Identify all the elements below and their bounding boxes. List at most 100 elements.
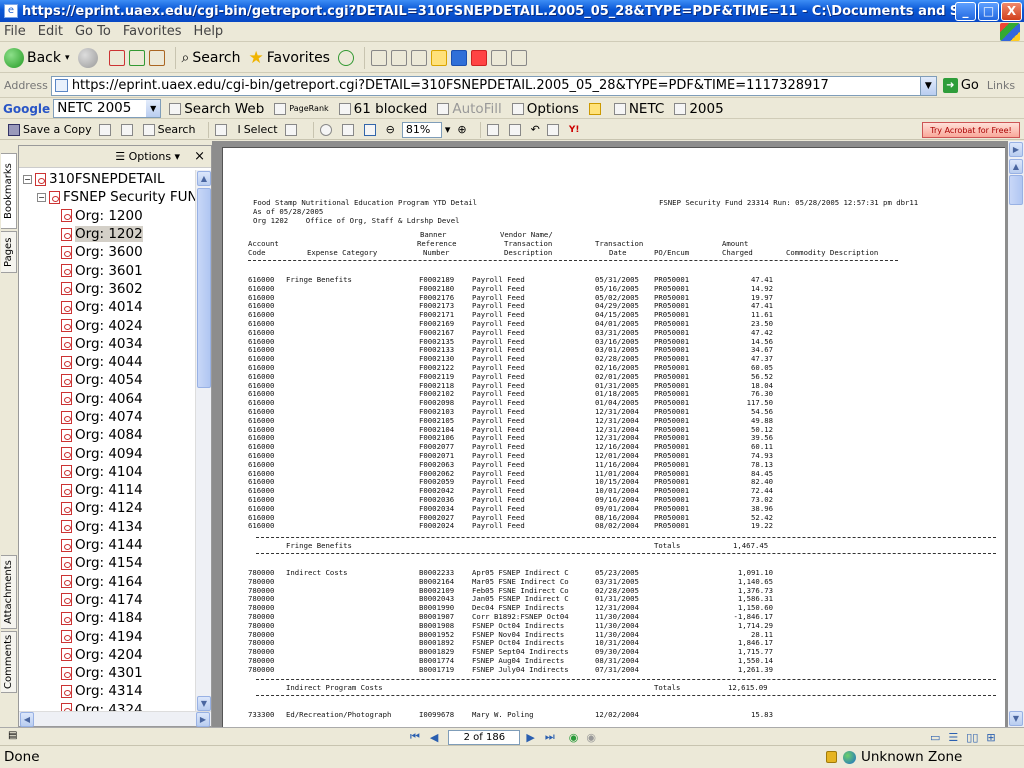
bookmark-org-item[interactable]: Org: 4164 [19,573,197,591]
bookmark-org-item[interactable]: Org: 4174 [19,591,197,609]
people-icon[interactable] [490,49,507,66]
bookmark-org-item[interactable]: Org: 4104 [19,463,197,481]
stop-icon[interactable] [108,49,125,66]
edit-icon[interactable] [410,49,427,66]
bookmark-org-item[interactable]: Org: 4301 [19,664,197,682]
previous-page-icon[interactable]: ◀ [430,731,438,744]
tab-attachments[interactable]: Attachments [1,555,17,629]
last-page-icon[interactable]: ⏭ [545,730,555,744]
bookmark-org-item[interactable]: Org: 3602 [19,280,197,298]
scroll-up-icon[interactable]: ▲ [197,171,211,186]
close-button[interactable]: X [1001,2,1022,21]
autofill-button[interactable]: AutoFill [437,101,502,117]
bookmark-org-item[interactable]: Org: 4314 [19,682,197,700]
bookmark-org-item[interactable]: Org: 4044 [19,353,197,371]
tools-button[interactable] [508,123,524,136]
options-menu[interactable]: ☰ Options ▾ [115,150,180,163]
search-web-button[interactable]: Search Web [169,101,264,117]
next-view-icon[interactable]: ◉ [586,731,596,744]
search-term-netc[interactable]: NETC [613,101,664,117]
bookmark-org-item[interactable]: Org: 1200 [19,207,197,225]
bookmark-org-item[interactable]: Org: 4084 [19,426,197,444]
scroll-up-icon[interactable]: ▲ [1009,159,1023,174]
snapshot-button[interactable] [284,123,300,136]
facing-icon[interactable]: ▯▯ [966,731,978,744]
bookmark-org-item[interactable]: Org: 4014 [19,298,197,316]
next-page-icon[interactable]: ▶ [526,731,534,744]
bookmark-org-item[interactable]: Org: 4034 [19,335,197,353]
bookmark-org-item[interactable]: Org: 4024 [19,316,197,334]
home-icon[interactable] [148,49,165,66]
menu-goto[interactable]: Go To [75,24,111,39]
select-tool-button[interactable]: Ⅰ Select [237,123,277,136]
minimize-button[interactable]: _ [955,2,976,21]
bookmark-org-item[interactable]: Org: 1202 [19,225,197,243]
acrobat-search-button[interactable]: Search [142,123,195,136]
bluetooth-icon[interactable] [450,49,467,66]
menu-edit[interactable]: Edit [38,24,63,39]
menu-favorites[interactable]: Favorites [123,24,182,39]
save-copy-button[interactable]: Save a Copy [8,123,92,136]
go-button[interactable]: ➜ Go [942,78,979,93]
maximize-button[interactable]: □ [978,2,999,21]
first-page-icon[interactable]: ⏮ [410,730,420,744]
google-logo[interactable]: Google [3,102,50,116]
try-acrobat-button[interactable]: Try Acrobat for Free! [922,122,1020,138]
bookmark-org-item[interactable]: Org: 4094 [19,444,197,462]
google-options-button[interactable]: Options [511,101,579,117]
bookmark-org-item[interactable]: Org: 3601 [19,261,197,279]
menu-help[interactable]: Help [194,24,224,39]
page-number-input[interactable]: 2 of 186 [448,729,521,745]
search-term-2005[interactable]: 2005 [674,101,724,117]
panel-toggle-icon[interactable]: ▤ [8,730,17,741]
folder-icon[interactable] [430,49,447,66]
scroll-left-icon[interactable]: ◀ [20,712,34,727]
email-button[interactable] [120,123,136,136]
bookmarks-vertical-scrollbar[interactable]: ▲ ▼ [195,170,211,712]
yahoo-button[interactable]: Y! [569,125,580,135]
scroll-up-icon[interactable]: ▶ [1009,142,1023,157]
collapse-icon[interactable]: − [37,192,46,202]
bookmark-org-item[interactable]: Org: 4114 [19,481,197,499]
zoom-level-input[interactable]: 81% [401,121,442,138]
address-input[interactable]: https://eprint.uaex.edu/cgi-bin/getrepor… [50,75,937,96]
refresh-icon[interactable] [128,49,145,66]
bookmark-org-item[interactable]: Org: 4144 [19,536,197,554]
tab-comments[interactable]: Comments [1,631,17,693]
tab-bookmarks[interactable]: Bookmarks [1,153,17,229]
copy-button[interactable] [546,123,562,136]
research-icon[interactable] [510,49,527,66]
zoom-dropdown-icon[interactable]: ▾ [445,123,451,136]
back-button[interactable]: Back ▾ [4,47,70,68]
google-dropdown-icon[interactable]: ▼ [146,100,161,117]
scroll-down-icon[interactable]: ▼ [197,696,211,711]
bookmark-root[interactable]: − 310FSNEPDETAIL [19,170,197,188]
scrollbar-thumb[interactable] [197,188,211,388]
zoom-tool-button[interactable] [319,123,335,136]
continuous-icon[interactable]: ☰ [948,731,958,744]
fit-page-button[interactable] [341,123,357,136]
bookmark-org-item[interactable]: Org: 4074 [19,408,197,426]
bookmark-org-item[interactable]: Org: 4204 [19,646,197,664]
bookmarks-horizontal-scrollbar[interactable]: ◀ ▶ [19,711,211,727]
highlight-button[interactable] [588,102,604,115]
zoom-in-button[interactable]: ⊕ [457,123,466,136]
print-icon[interactable] [390,49,407,66]
links-label[interactable]: Links [987,79,1015,92]
popup-blocker-button[interactable]: 61 blocked [338,101,427,117]
history-icon[interactable] [337,49,354,66]
messenger-icon[interactable] [470,49,487,66]
lock-icon[interactable] [826,751,837,763]
bookmark-org-item[interactable]: Org: 4154 [19,554,197,572]
favorites-button[interactable]: ★ Favorites [248,48,330,68]
tab-pages[interactable]: Pages [1,231,17,273]
document-vertical-scrollbar[interactable]: ▶ ▲ ▼ [1008,141,1024,727]
pagerank-indicator[interactable]: PageRank [274,102,329,115]
forward-button[interactable] [77,47,101,68]
single-page-icon[interactable]: ▭ [930,731,940,744]
fit-width-button[interactable] [363,123,379,136]
print-button[interactable] [98,123,114,136]
bookmark-org-item[interactable]: Org: 4194 [19,627,197,645]
search-button[interactable]: ⌕ Search [182,50,241,66]
bookmark-org-item[interactable]: Org: 4054 [19,371,197,389]
